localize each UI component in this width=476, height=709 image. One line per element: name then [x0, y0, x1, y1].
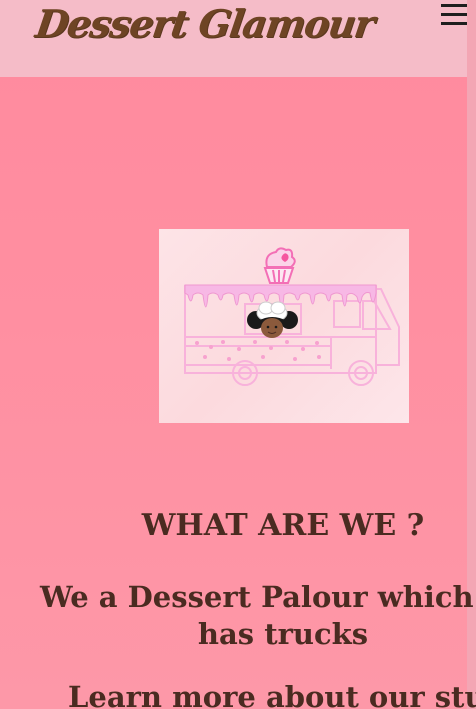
section-title: WHAT ARE WE ? [141, 508, 425, 543]
food-truck-illustration [184, 247, 400, 386]
menu-bar [441, 13, 467, 16]
page: Dessert Glamour WHAT ARE WE ? We a Desse… [0, 0, 476, 709]
brand-logo[interactable]: Dessert Glamour [33, 1, 376, 46]
sprinkle-pattern [195, 340, 321, 361]
learn-more-text: Learn more about our stunnin [68, 680, 476, 709]
cupcake-sign [263, 247, 296, 284]
hero-food-truck-image [159, 229, 409, 423]
chef-character [247, 301, 298, 338]
hamburger-menu-icon[interactable] [441, 2, 467, 26]
tagline-line: has trucks [197, 617, 369, 651]
menu-bar [441, 22, 467, 25]
site-header: Dessert Glamour [0, 0, 467, 77]
tagline-line: We a Dessert Palour which als [40, 580, 476, 614]
tagline: We a Dessert Palour which als has trucks [40, 579, 476, 653]
menu-bar [441, 4, 467, 7]
